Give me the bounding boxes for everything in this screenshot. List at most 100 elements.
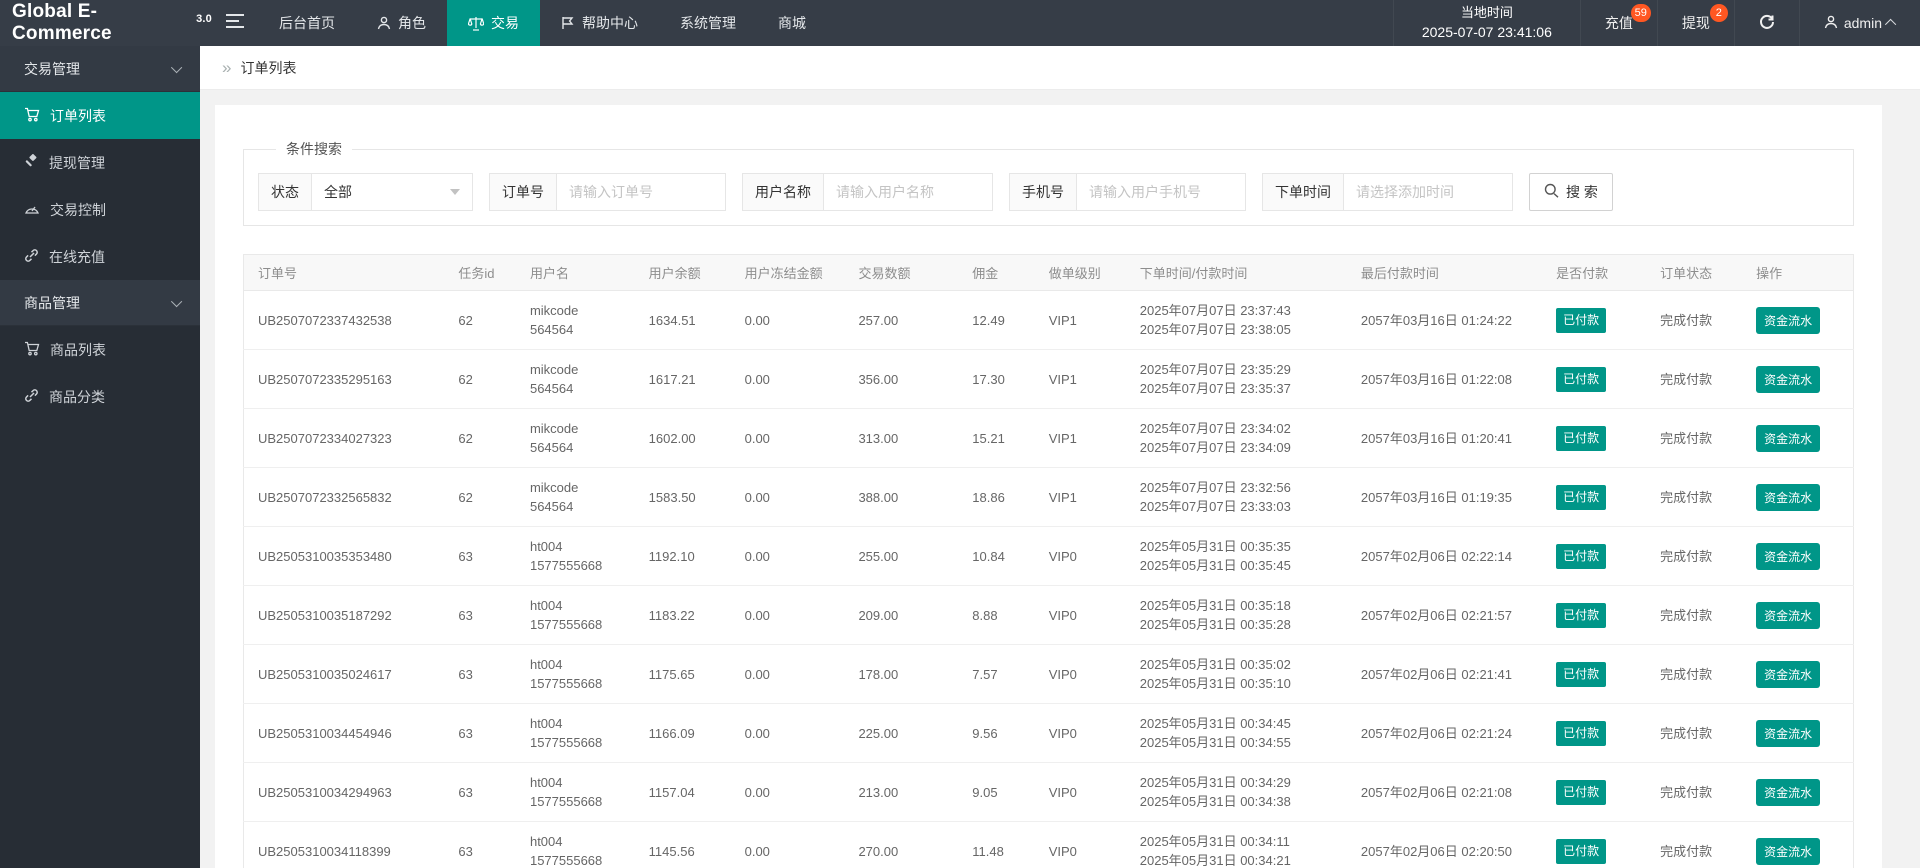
page-title: 订单列表 <box>240 59 297 76</box>
order-no-input[interactable] <box>557 174 725 210</box>
nav-label: 后台首页 <box>279 15 335 31</box>
cell-status: 完成付款 <box>1650 408 1747 468</box>
status-select[interactable]: 全部 <box>312 174 472 210</box>
sidebar-item-product-category[interactable]: 商品分类 <box>0 373 200 420</box>
phone-filter-label: 手机号 <box>1010 174 1077 210</box>
paid-status-badge: 已付款 <box>1556 602 1607 628</box>
sidebar-item-label: 在线充值 <box>49 248 105 265</box>
cell-last-pay-time: 2057年02月06日 02:20:50 <box>1350 821 1547 868</box>
sidebar-collapse-button[interactable] <box>212 0 258 46</box>
sidebar-group-trade-management[interactable]: 交易管理 <box>0 46 200 92</box>
cell-amount: 178.00 <box>848 644 963 704</box>
table-row: UB2505310035187292 63 ht004 1577555668 1183.… <box>243 585 1854 645</box>
status-filter: 状态 全部 <box>258 173 473 211</box>
nav-item-roles[interactable]: 角色 <box>356 0 447 46</box>
recharge-button[interactable]: 充值 59 <box>1579 0 1657 46</box>
cell-action: 资金流水 <box>1746 703 1854 763</box>
fund-flow-button[interactable]: 资金流水 <box>1756 365 1821 393</box>
search-panel: 条件搜索 状态 全部 订单号 用户名称 <box>243 139 1854 226</box>
cell-order-pay-time: 2025年07月07日 23:34:02 2025年07月07日 23:34:09 <box>1129 408 1351 468</box>
fund-flow-button[interactable]: 资金流水 <box>1756 306 1821 334</box>
cell-action: 资金流水 <box>1746 408 1854 468</box>
dropdown-arrow-icon <box>450 189 460 195</box>
withdraw-count-badge: 2 <box>1709 4 1728 22</box>
cell-level: VIP0 <box>1038 821 1130 868</box>
table-row: UB2507072337432538 62 mikcode 564564 1634.51… <box>243 290 1854 350</box>
top-header: Global E-Commerce 3.0 后台首页 角色 交易 帮助中心 系统… <box>0 0 1920 46</box>
nav-item-help-center[interactable]: 帮助中心 <box>540 0 659 46</box>
order-no-filter-label: 订单号 <box>490 174 557 210</box>
sidebar: 交易管理 订单列表 提现管理 交易控制 在线充值 商品管理 商品列表 商品分类 <box>0 46 200 868</box>
search-button[interactable]: 搜 索 <box>1529 173 1613 211</box>
cell-username: ht004 1577555668 <box>519 585 639 645</box>
sidebar-item-withdraw-management[interactable]: 提现管理 <box>0 139 200 186</box>
cell-order-no: UB2505310035353480 <box>243 526 449 586</box>
fund-flow-button[interactable]: 资金流水 <box>1756 542 1821 570</box>
cell-balance: 1145.56 <box>638 821 735 868</box>
cell-action: 资金流水 <box>1746 762 1854 822</box>
fund-flow-button[interactable]: 资金流水 <box>1756 778 1821 806</box>
cell-paid: 已付款 <box>1546 526 1651 586</box>
cell-amount: 270.00 <box>848 821 963 868</box>
paid-status-badge: 已付款 <box>1556 366 1607 392</box>
search-icon <box>1544 183 1559 201</box>
sidebar-item-online-recharge[interactable]: 在线充值 <box>0 233 200 280</box>
sidebar-item-trade-control[interactable]: 交易控制 <box>0 186 200 233</box>
cell-paid: 已付款 <box>1546 467 1651 527</box>
column-header-order-pay-time: 下单时间/付款时间 <box>1129 254 1351 291</box>
hamburger-icon <box>226 13 244 33</box>
nav-item-dashboard[interactable]: 后台首页 <box>258 0 356 46</box>
order-time-input[interactable] <box>1344 174 1512 210</box>
table-row: UB2505310035353480 63 ht004 1577555668 1192.… <box>243 526 1854 586</box>
cell-balance: 1192.10 <box>638 526 735 586</box>
cell-amount: 356.00 <box>848 349 963 409</box>
sidebar-group-product-management[interactable]: 商品管理 <box>0 280 200 326</box>
cell-level: VIP1 <box>1038 467 1130 527</box>
cell-last-pay-time: 2057年02月06日 02:21:41 <box>1350 644 1547 704</box>
sidebar-item-product-list[interactable]: 商品列表 <box>0 326 200 373</box>
nav-item-mall[interactable]: 商城 <box>757 0 827 46</box>
cell-commission: 15.21 <box>962 408 1039 468</box>
refresh-icon <box>1759 14 1775 33</box>
breadcrumb: » 订单列表 <box>200 46 1920 90</box>
cell-paid: 已付款 <box>1546 585 1651 645</box>
cell-order-pay-time: 2025年05月31日 00:35:02 2025年05月31日 00:35:10 <box>1129 644 1351 704</box>
admin-username: admin <box>1843 15 1882 31</box>
status-select-value: 全部 <box>324 184 352 200</box>
withdraw-button[interactable]: 提现 2 <box>1656 0 1734 46</box>
sidebar-item-order-list[interactable]: 订单列表 <box>0 92 200 139</box>
cell-action: 资金流水 <box>1746 526 1854 586</box>
table-row: UB2507072332565832 62 mikcode 564564 1583.50… <box>243 467 1854 527</box>
chevron-down-icon <box>170 295 183 307</box>
cell-task-id: 63 <box>448 644 520 704</box>
sidebar-item-label: 商品分类 <box>49 388 105 405</box>
nav-item-trade[interactable]: 交易 <box>447 0 540 46</box>
order-no-filter: 订单号 <box>489 173 726 211</box>
refresh-button[interactable] <box>1733 0 1799 46</box>
admin-menu[interactable]: admin <box>1798 0 1920 46</box>
cell-task-id: 62 <box>448 290 520 350</box>
phone-input[interactable] <box>1077 174 1245 210</box>
app-logo: Global E-Commerce 3.0 <box>0 0 212 46</box>
fund-flow-button[interactable]: 资金流水 <box>1756 660 1821 688</box>
nav-label: 系统管理 <box>680 15 736 31</box>
user-icon <box>1824 15 1838 32</box>
gauge-icon <box>24 202 40 218</box>
search-button-label: 搜 索 <box>1566 184 1598 200</box>
fund-flow-button[interactable]: 资金流水 <box>1756 424 1821 452</box>
cell-level: VIP0 <box>1038 585 1130 645</box>
table-row: UB2505310035024617 63 ht004 1577555668 1175.… <box>243 644 1854 704</box>
column-header-username: 用户名 <box>519 254 639 291</box>
fund-flow-button[interactable]: 资金流水 <box>1756 719 1821 747</box>
cell-order-pay-time: 2025年05月31日 00:34:11 2025年05月31日 00:34:21 <box>1129 821 1351 868</box>
cell-order-no: UB2507072337432538 <box>243 290 449 350</box>
fund-flow-button[interactable]: 资金流水 <box>1756 837 1821 865</box>
fund-flow-button[interactable]: 资金流水 <box>1756 483 1821 511</box>
nav-item-system[interactable]: 系统管理 <box>659 0 757 46</box>
cell-last-pay-time: 2057年02月06日 02:21:24 <box>1350 703 1547 763</box>
status-filter-label: 状态 <box>259 174 312 210</box>
cell-action: 资金流水 <box>1746 585 1854 645</box>
user-name-input[interactable] <box>824 174 992 210</box>
fund-flow-button[interactable]: 资金流水 <box>1756 601 1821 629</box>
local-time-value: 2025-07-07 23:41:06 <box>1421 24 1552 41</box>
